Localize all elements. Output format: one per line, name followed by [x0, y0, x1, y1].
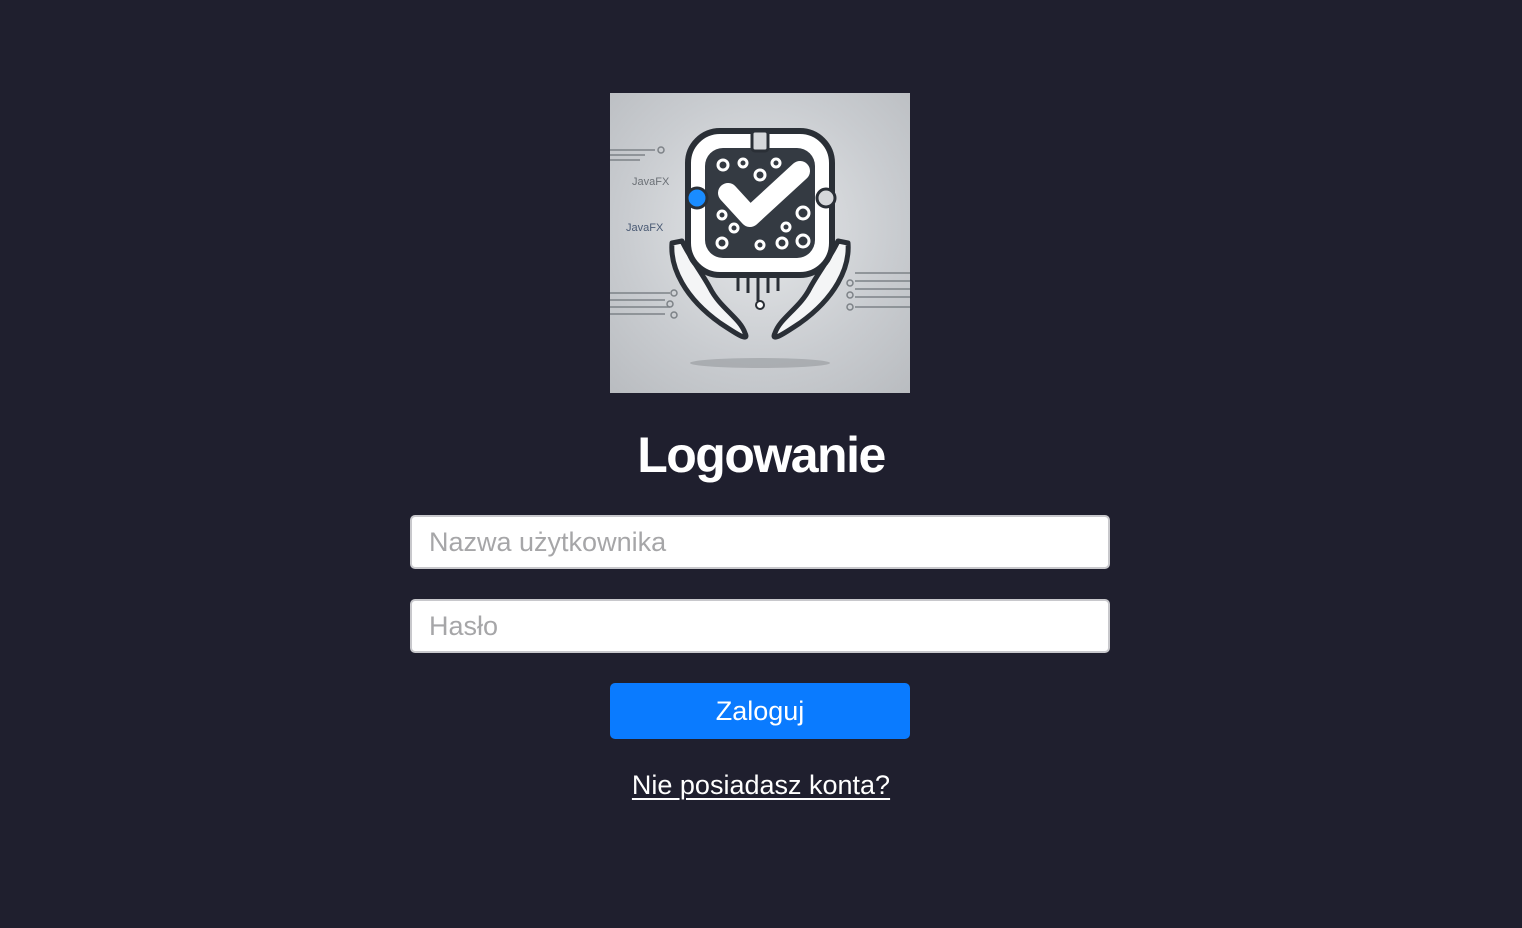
register-link-wrapper: Nie posiadasz konta? — [0, 766, 1522, 804]
login-screen: JavaFX JavaFX Logowanie Zaloguj Nie posi… — [0, 0, 1522, 928]
page-title: Logowanie — [637, 427, 886, 483]
logo-caption-1: JavaFX — [632, 176, 670, 188]
username-input[interactable] — [410, 515, 1110, 569]
register-link[interactable]: Nie posiadasz konta? — [632, 770, 890, 800]
app-logo: JavaFX JavaFX — [610, 93, 910, 393]
logo-caption-2: JavaFX — [626, 222, 664, 234]
chip-checkmark-hands-icon: JavaFX JavaFX — [610, 128, 910, 368]
password-input[interactable] — [410, 599, 1110, 653]
login-button[interactable]: Zaloguj — [610, 683, 910, 739]
